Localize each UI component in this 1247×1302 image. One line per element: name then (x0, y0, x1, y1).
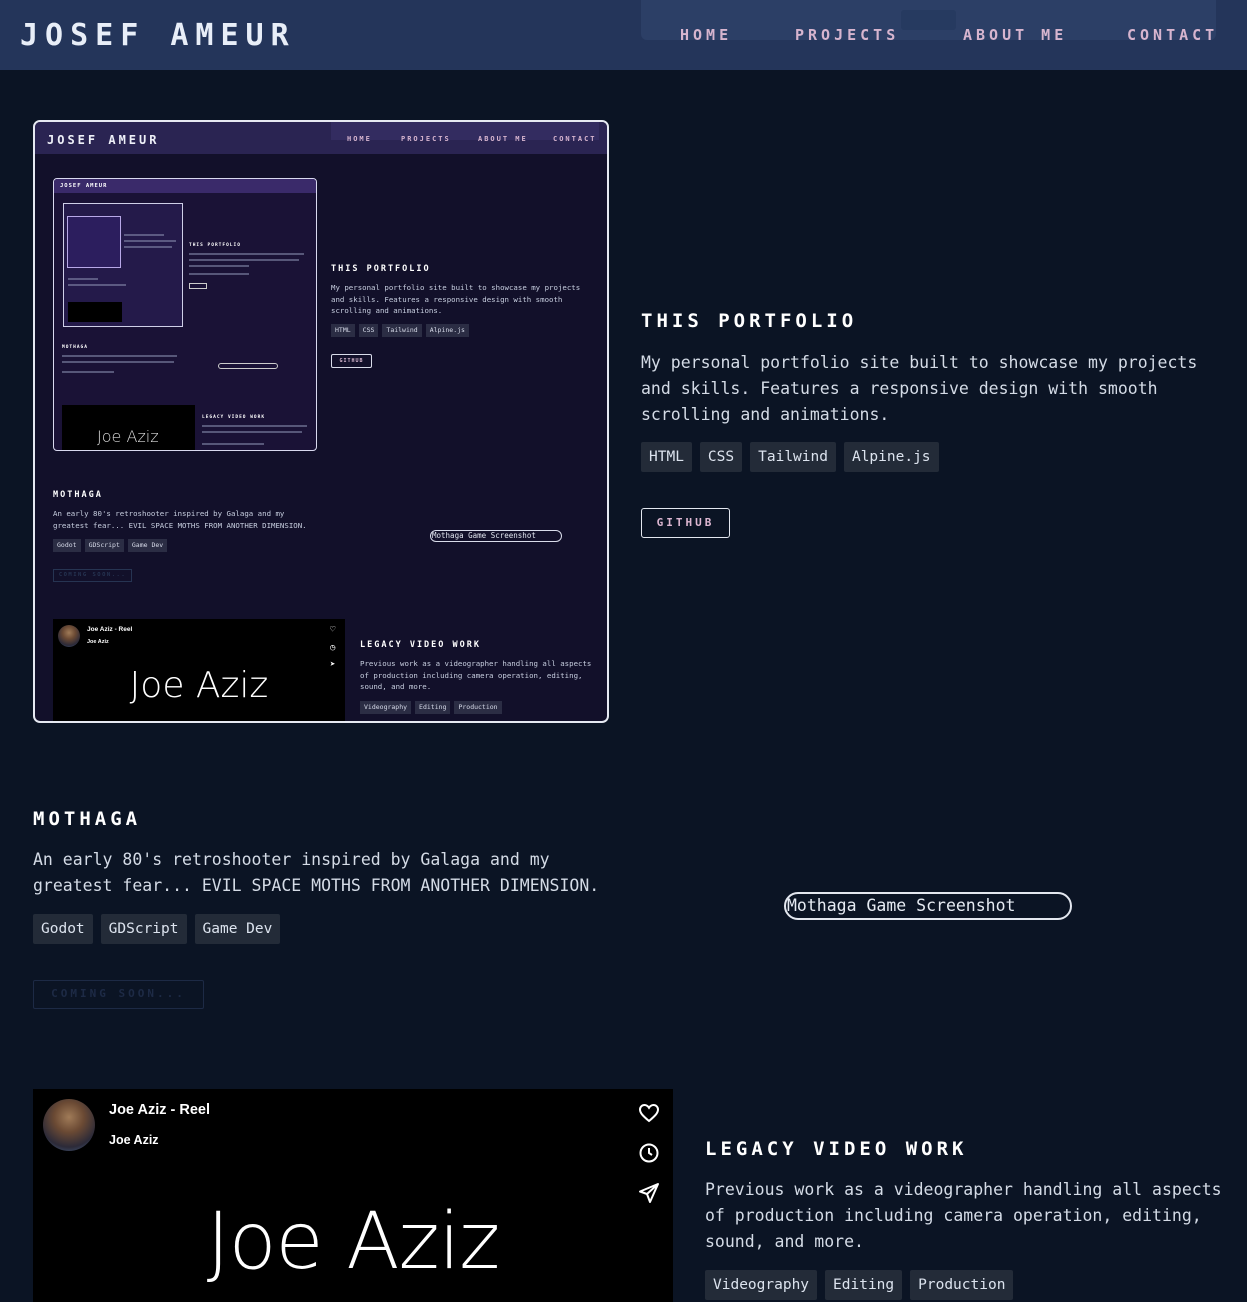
preview-tag: CSS (358, 324, 379, 337)
channel-avatar[interactable] (43, 1099, 95, 1151)
preview-nav-about: ABOUT ME (478, 135, 528, 143)
preview-tag: Production (454, 701, 502, 714)
preview-tag: Videography (360, 701, 412, 714)
tag-html: HTML (641, 442, 692, 472)
legacy-tags: Videography Editing Production (705, 1270, 1014, 1300)
preview-header: JOSEF AMEUR HOME PROJECTS ABOUT ME CONTA… (35, 122, 607, 154)
preview-avatar (58, 625, 80, 647)
preview-tag: Alpine.js (425, 324, 469, 337)
preview-portfolio-tags: HTML CSS Tailwind Alpine.js (331, 324, 469, 337)
preview-brand: JOSEF AMEUR (47, 133, 160, 147)
preview-legacy-tags: Videography Editing Production (360, 701, 502, 714)
preview-mothaga-tags: Godot GDScript Game Dev (53, 539, 168, 552)
preview-mothaga-image: Mothaga Game Screenshot (430, 530, 562, 542)
nested-preview-inner (63, 203, 183, 327)
preview-mothaga-desc: An early 80's retroshooter inspired by G… (53, 509, 307, 530)
header: JOSEF AMEUR HOME PROJECTS ABOUT ME CONTA… (0, 0, 1247, 70)
nav-projects[interactable]: PROJECTS (795, 26, 899, 44)
preview-portfolio-title: THIS PORTFOLIO (331, 264, 431, 274)
portfolio-tags: HTML CSS Tailwind Alpine.js (641, 442, 939, 472)
legacy-title: LEGACY VIDEO WORK (705, 1138, 968, 1160)
preview-portfolio-desc: My personal portfolio site built to show… (331, 283, 581, 316)
tag-alpinejs: Alpine.js (843, 442, 939, 472)
preview-clock-icon: ◷ (330, 643, 336, 653)
share-icon[interactable] (637, 1181, 661, 1205)
preview-tag: GDScript (84, 539, 124, 552)
preview-heart-icon: ♡ (330, 625, 336, 635)
tag-css: CSS (699, 442, 743, 472)
preview-tag: Tailwind (382, 324, 422, 337)
video-name-card: Joe Aziz (206, 1197, 500, 1287)
preview-video-title: Joe Aziz - Reel (87, 626, 133, 633)
video-embed[interactable]: Joe Aziz - Reel Joe Aziz Joe Aziz (33, 1089, 673, 1302)
preview-legacy-desc: Previous work as a videographer handling… (360, 659, 592, 692)
nested-mothaga-title: MOTHAGA (62, 345, 88, 350)
header-ghost-button (901, 10, 956, 30)
nested-video: Joe Aziz (62, 405, 195, 450)
nav-contact[interactable]: CONTACT (1127, 26, 1218, 44)
preview-video-name: Joe Aziz (129, 665, 269, 706)
mothaga-tags: Godot GDScript Game Dev (33, 914, 281, 944)
tag-gdscript: GDScript (100, 914, 187, 944)
nav-home[interactable]: HOME (680, 26, 732, 44)
preview-tag: Godot (53, 539, 81, 552)
brand-logo[interactable]: JOSEF AMEUR (20, 18, 296, 53)
tag-editing: Editing (825, 1270, 903, 1300)
preview-legacy-title: LEGACY VIDEO WORK (360, 640, 481, 650)
video-title[interactable]: Joe Aziz - Reel (109, 1102, 210, 1118)
video-author[interactable]: Joe Aziz (109, 1133, 159, 1147)
tag-production: Production (910, 1270, 1014, 1300)
tag-tailwind: Tailwind (750, 442, 836, 472)
nested-video-name: Joe Aziz (97, 427, 159, 446)
mothaga-description: An early 80's retroshooter inspired by G… (33, 850, 600, 895)
portfolio-title: THIS PORTFOLIO (641, 310, 858, 332)
nested-preview-innermost (67, 216, 121, 268)
nested-legacy-title: LEGACY VIDEO WORK (202, 415, 266, 420)
preview-tag: Game Dev (127, 539, 168, 552)
preview-nav-projects: PROJECTS (401, 135, 451, 143)
preview-mothaga-title: MOTHAGA (53, 490, 103, 500)
nav-about-me[interactable]: ABOUT ME (963, 26, 1067, 44)
coming-soon-button: COMING SOON... (33, 980, 204, 1009)
nested-portfolio-title: THIS PORTFOLIO (189, 243, 241, 248)
clock-icon[interactable] (637, 1141, 661, 1165)
portfolio-screenshot: JOSEF AMEUR HOME PROJECTS ABOUT ME CONTA… (33, 120, 609, 723)
mothaga-screenshot-image: Mothaga Game Screenshot (784, 892, 1072, 920)
mothaga-title: MOTHAGA (33, 808, 142, 830)
preview-video-author: Joe Aziz (87, 639, 109, 645)
preview-coming-soon: COMING SOON... (53, 569, 132, 582)
preview-nav-contact: CONTACT (553, 135, 597, 143)
tag-game-dev: Game Dev (194, 914, 281, 944)
legacy-description: Previous work as a videographer handling… (705, 1180, 1222, 1251)
tag-videography: Videography (705, 1270, 818, 1300)
github-button[interactable]: GITHUB (641, 508, 730, 538)
preview-tag: HTML (331, 324, 355, 337)
nested-preview: JOSEF AMEUR THIS PORTFOLIO MOTHAGA Joe A… (53, 178, 317, 451)
preview-share-icon: ➤ (330, 660, 336, 670)
tag-godot: Godot (33, 914, 93, 944)
preview-github-button: GITHUB (331, 354, 372, 368)
heart-icon[interactable] (637, 1101, 661, 1125)
nested-brand: JOSEF AMEUR (60, 183, 108, 189)
preview-video: Joe Aziz - Reel Joe Aziz Joe Aziz ♡ ◷ ➤ (53, 619, 345, 721)
portfolio-description: My personal portfolio site built to show… (641, 353, 1198, 424)
preview-nav-home: HOME (347, 135, 372, 143)
preview-tag: Editing (415, 701, 451, 714)
